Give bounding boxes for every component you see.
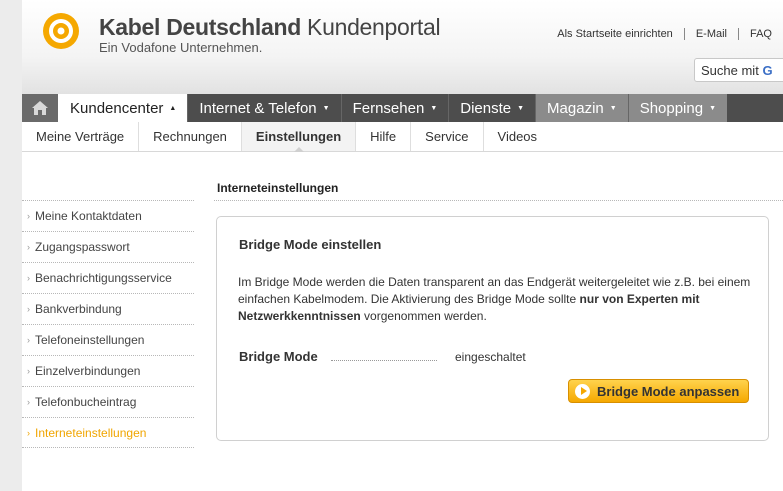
subtab-videos[interactable]: Videos <box>484 122 552 151</box>
chevron-right-icon: › <box>27 273 30 283</box>
sidebar-item-label: Telefonbucheintrag <box>35 395 137 409</box>
caret-down-icon: ▼ <box>430 104 438 112</box>
top-links: Als Startseite einrichten E-Mail FAQ <box>546 28 783 40</box>
kabel-deutschland-logo-icon[interactable] <box>42 12 80 50</box>
panel-title: Bridge Mode einstellen <box>239 237 382 252</box>
dotted-leader <box>331 360 437 361</box>
toplink-email[interactable]: E-Mail <box>683 28 738 40</box>
tab-kundencenter[interactable]: Kundencenter ▲ <box>58 94 188 122</box>
tab-fernsehen[interactable]: Fernsehen ▼ <box>340 94 449 122</box>
tab-label: Internet & Telefon <box>199 99 317 117</box>
sidebar-item-zugangspasswort[interactable]: › Zugangspasswort <box>22 231 194 262</box>
page-title: Interneteinstellungen <box>217 181 339 195</box>
bridge-mode-panel: Bridge Mode einstellen Im Bridge Mode we… <box>216 216 769 441</box>
chevron-right-icon: › <box>27 366 30 376</box>
chevron-right-icon: › <box>27 427 30 438</box>
sidebar-item-label: Zugangspasswort <box>35 240 130 254</box>
subtab-service[interactable]: Service <box>411 122 484 151</box>
subtab-meine-vertraege[interactable]: Meine Verträge <box>22 122 140 151</box>
sidebar-item-label: Telefoneinstellungen <box>35 333 145 347</box>
search-placeholder: Suche mit <box>701 63 759 78</box>
chevron-right-icon: › <box>27 335 30 345</box>
sidebar-item-kontaktdaten[interactable]: › Meine Kontaktdaten <box>22 200 194 231</box>
panel-description: Im Bridge Mode werden die Daten transpar… <box>238 274 758 325</box>
subtab-hilfe[interactable]: Hilfe <box>356 122 412 151</box>
sidebar-item-einzelverbindungen[interactable]: › Einzelverbindungen <box>22 355 194 386</box>
brand-title[interactable]: Kabel Deutschland Kundenportal <box>99 14 441 41</box>
tab-magazin[interactable]: Magazin ▼ <box>535 94 628 122</box>
bridge-mode-status: eingeschaltet <box>455 350 526 364</box>
tab-label: Shopping <box>639 99 704 117</box>
subtab-rechnungen[interactable]: Rechnungen <box>139 122 242 151</box>
sidebar-item-label: Interneteinstellungen <box>35 425 147 440</box>
sidebar-item-label: Bankverbindung <box>35 302 122 316</box>
brand-name-regular: Kundenportal <box>307 14 441 40</box>
sidebar-item-label: Einzelverbindungen <box>35 364 141 378</box>
sidebar-item-telefonbucheintrag[interactable]: › Telefonbucheintrag <box>22 386 194 417</box>
brand-subtitle: Ein Vodafone Unternehmen. <box>99 40 263 55</box>
tab-label: Kundencenter <box>70 99 164 117</box>
toplink-faq[interactable]: FAQ <box>737 28 783 40</box>
caret-down-icon: ▼ <box>517 104 525 112</box>
sidebar-item-interneteinstellungen[interactable]: › Interneteinstellungen <box>22 417 194 448</box>
caret-up-icon: ▲ <box>169 104 177 112</box>
sidebar-item-label: Benachrichtigungsservice <box>35 271 172 285</box>
toplink-startseite[interactable]: Als Startseite einrichten <box>546 28 684 40</box>
caret-down-icon: ▼ <box>322 104 330 112</box>
chevron-right-icon: › <box>27 242 30 252</box>
caret-down-icon: ▼ <box>609 104 617 112</box>
home-icon <box>32 101 48 115</box>
tab-dienste[interactable]: Dienste ▼ <box>448 94 535 122</box>
description-text-end: vorgenommen werden. <box>360 309 487 323</box>
chevron-right-icon: › <box>27 211 30 221</box>
button-label: Bridge Mode anpassen <box>597 383 740 399</box>
sub-nav: Meine Verträge Rechnungen Einstellungen … <box>22 122 783 152</box>
sidebar-item-benachrichtigungsservice[interactable]: › Benachrichtigungsservice <box>22 262 194 293</box>
tab-internet-telefon[interactable]: Internet & Telefon ▼ <box>187 94 340 122</box>
sidebar-item-telefoneinstellungen[interactable]: › Telefoneinstellungen <box>22 324 194 355</box>
sidebar-item-bankverbindung[interactable]: › Bankverbindung <box>22 293 194 324</box>
main-nav: Kundencenter ▲ Internet & Telefon ▼ Fernse… <box>22 94 783 122</box>
tab-label: Magazin <box>547 99 604 117</box>
tab-shopping[interactable]: Shopping ▼ <box>627 94 728 122</box>
brand-name-bold: Kabel Deutschland <box>99 14 301 40</box>
home-button[interactable] <box>22 94 58 122</box>
bridge-mode-label: Bridge Mode <box>239 349 318 364</box>
sidebar: › Meine Kontaktdaten › Zugangspasswort › Be… <box>22 200 194 448</box>
play-arrow-icon <box>575 383 590 399</box>
header: Kabel Deutschland Kundenportal Ein Vodaf… <box>22 0 783 94</box>
sidebar-item-label: Meine Kontaktdaten <box>35 209 142 223</box>
search-input[interactable]: Suche mit G <box>694 58 783 82</box>
google-icon: G <box>762 63 773 78</box>
subtab-einstellungen[interactable]: Einstellungen <box>241 122 357 152</box>
tab-label: Dienste <box>460 99 512 117</box>
chevron-right-icon: › <box>27 304 30 314</box>
caret-down-icon: ▼ <box>709 104 717 112</box>
chevron-right-icon: › <box>27 397 30 407</box>
divider <box>214 200 783 201</box>
tab-label: Fernsehen <box>352 99 425 117</box>
bridge-mode-adjust-button[interactable]: Bridge Mode anpassen <box>568 379 749 403</box>
page: Kabel Deutschland Kundenportal Ein Vodaf… <box>22 0 783 491</box>
